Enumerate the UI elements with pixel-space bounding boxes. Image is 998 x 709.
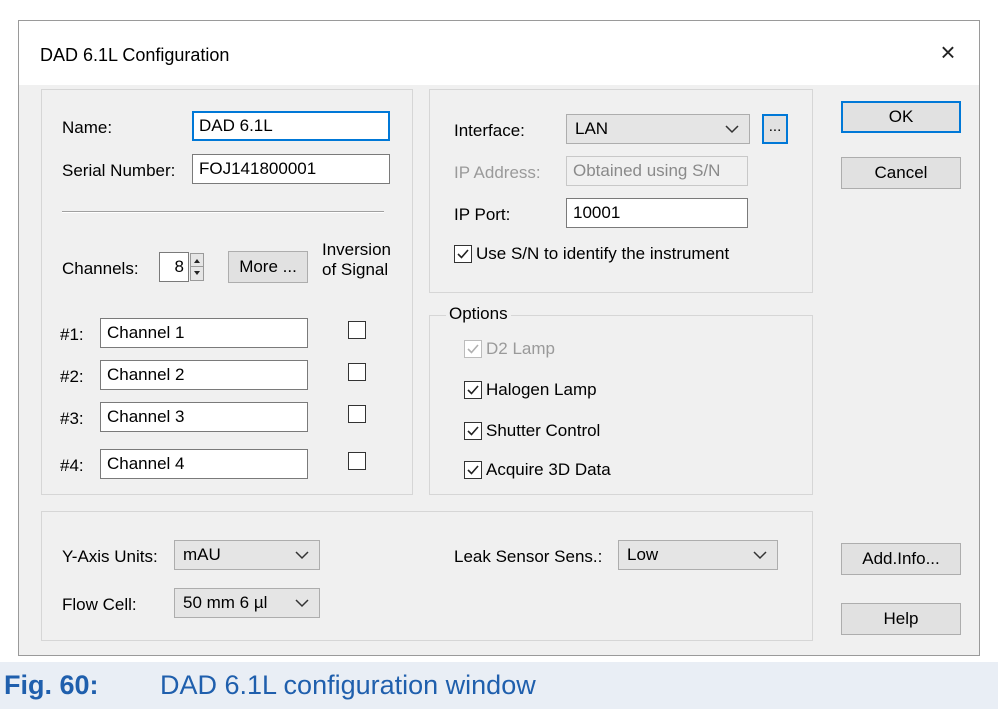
use-sn-label[interactable]: Use S/N to identify the instrument xyxy=(476,244,729,264)
arrow-down-icon[interactable] xyxy=(191,267,203,280)
acquire-3d-label[interactable]: Acquire 3D Data xyxy=(486,460,611,480)
inversion-checkbox[interactable] xyxy=(348,363,366,381)
dialog-title: DAD 6.1L Configuration xyxy=(40,45,230,65)
options-title: Options xyxy=(446,304,511,324)
interface-label: Interface: xyxy=(454,121,525,140)
ip-address-field: Obtained using S/N xyxy=(566,156,748,186)
inversion-checkbox[interactable] xyxy=(348,405,366,423)
cancel-button[interactable]: Cancel xyxy=(841,157,961,189)
options-group: Options D2 Lamp Halogen Lamp Shutter Con… xyxy=(429,304,813,495)
close-icon[interactable]: × xyxy=(933,37,963,67)
checkmark-icon xyxy=(457,249,469,259)
chevron-down-icon xyxy=(295,551,309,560)
browse-button[interactable]: ... xyxy=(762,114,788,144)
interface-value: LAN xyxy=(575,119,609,138)
add-info-button[interactable]: Add.Info... xyxy=(841,543,961,575)
title-bar: DAD 6.1L Configuration × xyxy=(19,21,979,85)
shutter-control-label[interactable]: Shutter Control xyxy=(486,421,600,441)
channel-index: #3: xyxy=(60,409,84,428)
channel-name-field[interactable]: Channel 1 xyxy=(100,318,308,348)
name-field[interactable]: DAD 6.1L xyxy=(192,111,390,141)
figure-number: Fig. 60: xyxy=(4,670,99,700)
checkmark-icon xyxy=(467,465,479,475)
d2-lamp-checkbox xyxy=(464,340,482,358)
name-label: Name: xyxy=(62,118,113,137)
channel-name-field[interactable]: Channel 2 xyxy=(100,360,308,390)
arrow-up-icon[interactable] xyxy=(191,254,203,267)
inversion-label-line2: of Signal xyxy=(322,260,389,279)
channel-index: #4: xyxy=(60,456,84,475)
leak-sensor-value: Low xyxy=(627,545,659,564)
halogen-lamp-checkbox[interactable] xyxy=(464,381,482,399)
channel-index: #1: xyxy=(60,325,84,344)
channels-spinner[interactable] xyxy=(190,253,204,281)
y-axis-units-value: mAU xyxy=(183,545,221,564)
leak-sensor-dropdown[interactable]: Low xyxy=(618,540,778,570)
serial-number-label: Serial Number: xyxy=(62,161,176,180)
ip-port-field[interactable]: 10001 xyxy=(566,198,748,228)
help-button[interactable]: Help xyxy=(841,603,961,635)
ok-button[interactable]: OK xyxy=(841,101,961,133)
separator xyxy=(62,211,384,213)
more-channels-button[interactable]: More ... xyxy=(228,251,308,283)
flow-cell-dropdown[interactable]: 50 mm 6 µl xyxy=(174,588,320,618)
y-axis-units-label: Y-Axis Units: xyxy=(62,547,158,566)
checkmark-icon xyxy=(467,344,479,354)
halogen-lamp-label[interactable]: Halogen Lamp xyxy=(486,380,597,400)
acquire-3d-checkbox[interactable] xyxy=(464,461,482,479)
channel-name-field[interactable]: Channel 3 xyxy=(100,402,308,432)
interface-dropdown[interactable]: LAN xyxy=(566,114,750,144)
channel-index: #2: xyxy=(60,367,84,386)
d2-lamp-label: D2 Lamp xyxy=(486,339,555,358)
general-group: Name: DAD 6.1L Serial Number: FOJ1418000… xyxy=(41,89,413,495)
flow-cell-value: 50 mm 6 µl xyxy=(183,593,268,612)
leak-sensor-label: Leak Sensor Sens.: xyxy=(454,547,603,566)
channels-count-field[interactable]: 8 xyxy=(159,252,189,282)
inversion-checkbox[interactable] xyxy=(348,321,366,339)
inversion-checkbox[interactable] xyxy=(348,452,366,470)
channels-label: Channels: xyxy=(62,259,139,278)
flow-cell-label: Flow Cell: xyxy=(62,595,137,614)
use-sn-checkbox[interactable] xyxy=(454,245,472,263)
inversion-label-line1: Inversion xyxy=(322,240,391,259)
chevron-down-icon xyxy=(295,599,309,608)
chevron-down-icon xyxy=(725,125,739,134)
ip-port-label: IP Port: xyxy=(454,205,511,224)
checkmark-icon xyxy=(467,385,479,395)
figure-caption: DAD 6.1L configuration window xyxy=(160,670,536,700)
bottom-group: Y-Axis Units: mAU Flow Cell: 50 mm 6 µl … xyxy=(41,511,813,641)
y-axis-units-dropdown[interactable]: mAU xyxy=(174,540,320,570)
connection-group: Interface: LAN ... IP Address: Obtained … xyxy=(429,89,813,293)
ip-address-label: IP Address: xyxy=(454,163,541,182)
checkmark-icon xyxy=(467,426,479,436)
shutter-control-checkbox[interactable] xyxy=(464,422,482,440)
chevron-down-icon xyxy=(753,551,767,560)
channel-name-field[interactable]: Channel 4 xyxy=(100,449,308,479)
configuration-dialog: DAD 6.1L Configuration × Name: DAD 6.1L … xyxy=(18,20,980,656)
serial-number-field[interactable]: FOJ141800001 xyxy=(192,154,390,184)
